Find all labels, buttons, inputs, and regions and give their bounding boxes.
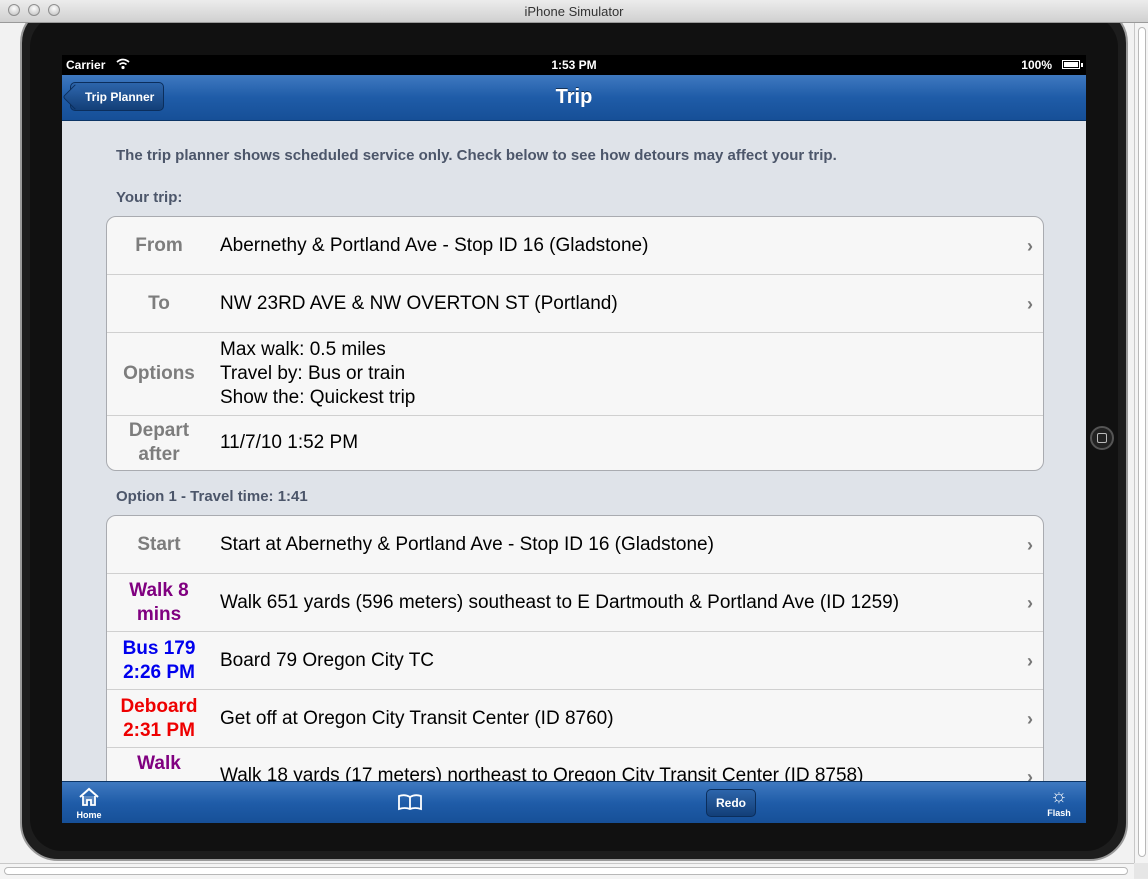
navigation-bar: Trip Planner Trip [62,75,1086,121]
option-1-header: Option 1 - Travel time: 1:41 [116,488,308,505]
option-1-table: Start Start at Abernethy & Portland Ave … [106,515,1044,781]
row-value: Board 79 Oregon City TC [220,649,435,671]
horizontal-scroll-thumb[interactable] [4,867,1128,875]
row-label: Bus 179 2:26 PM [122,637,196,683]
row-value: Walk 18 yards (17 meters) northeast to O… [220,765,864,781]
trip-row-options: Options Max walk: 0.5 miles Travel by: B… [107,333,1043,416]
vertical-scroll-thumb[interactable] [1138,27,1146,857]
row-value: Get off at Oregon City Transit Center (I… [220,707,614,729]
battery-percent: 100% [1021,58,1052,72]
bottom-toolbar: Home Redo ☼ Flash [62,781,1086,823]
chevron-right-icon: › [1027,235,1033,256]
row-label: To [148,292,170,314]
row-label: From [135,234,183,256]
book-button[interactable] [396,793,424,813]
chevron-right-icon: › [1027,650,1033,671]
trip-row-to[interactable]: To NW 23RD AVE & NW OVERTON ST (Portland… [107,275,1043,333]
your-trip-header: Your trip: [116,189,183,206]
ipad-home-button[interactable] [1090,426,1114,450]
trip-row-depart-after: Depart after 11/7/10 1:52 PM [107,416,1043,470]
horizontal-scrollbar[interactable] [0,863,1134,879]
window-title: iPhone Simulator [524,4,624,19]
your-trip-table: From Abernethy & Portland Ave - Stop ID … [106,216,1044,471]
flash-tab[interactable]: ☼ Flash [1044,786,1074,818]
chevron-right-icon: › [1027,708,1033,729]
flash-tab-label: Flash [1047,808,1071,818]
flash-icon: ☼ [1050,786,1068,807]
home-icon [79,787,99,806]
status-bar: Carrier 1:53 PM 100% [62,55,1086,75]
window-titlebar: iPhone Simulator [0,0,1148,23]
book-icon [398,794,422,811]
chevron-right-icon: › [1027,293,1033,314]
row-label: Deboard 2:31 PM [120,695,198,741]
home-tab[interactable]: Home [74,786,104,820]
status-time: 1:53 PM [551,58,597,72]
row-value: Abernethy & Portland Ave - Stop ID 16 (G… [220,234,649,256]
trip-row-from[interactable]: From Abernethy & Portland Ave - Stop ID … [107,217,1043,275]
row-label: Walk [137,753,181,774]
itinerary-row-walk[interactable]: Walk 8 mins Walk 651 yards (596 meters) … [107,574,1043,632]
row-value: Start at Abernethy & Portland Ave - Stop… [220,533,714,555]
row-value: Max walk: 0.5 miles Travel by: Bus or tr… [220,339,416,408]
itinerary-row-deboard[interactable]: Deboard 2:31 PM Get off at Oregon City T… [107,690,1043,748]
home-tab-label: Home [76,810,102,820]
vertical-scrollbar[interactable] [1134,23,1148,863]
row-label: Start [137,533,181,555]
chevron-right-icon: › [1027,592,1033,613]
row-value: 11/7/10 1:52 PM [220,432,359,453]
row-label: Walk 8 mins [129,579,189,625]
detour-notice: The trip planner shows scheduled service… [116,147,837,164]
simulator-area: Carrier 1:53 PM 100% Trip Planner Trip T… [0,23,1134,863]
page-title: Trip [555,86,593,108]
row-label: Options [123,363,195,384]
row-label: Depart after [128,420,190,465]
itinerary-row-bus[interactable]: Bus 179 2:26 PM Board 79 Oregon City TC … [107,632,1043,690]
chevron-right-icon: › [1027,767,1033,781]
battery-icon [1062,60,1083,69]
itinerary-row-walk-2[interactable]: Walk Walk 18 yards (17 meters) northeast… [107,748,1043,781]
chevron-right-icon: › [1027,534,1033,555]
row-value: Walk 651 yards (596 meters) southeast to… [220,591,900,613]
redo-button[interactable]: Redo [706,789,756,817]
itinerary-row-start[interactable]: Start Start at Abernethy & Portland Ave … [107,516,1043,574]
device-screen: Carrier 1:53 PM 100% Trip Planner Trip T… [62,55,1086,823]
row-value: NW 23RD AVE & NW OVERTON ST (Portland) [220,292,618,314]
scroll-corner [1134,863,1148,878]
trip-content[interactable]: The trip planner shows scheduled service… [62,121,1086,781]
